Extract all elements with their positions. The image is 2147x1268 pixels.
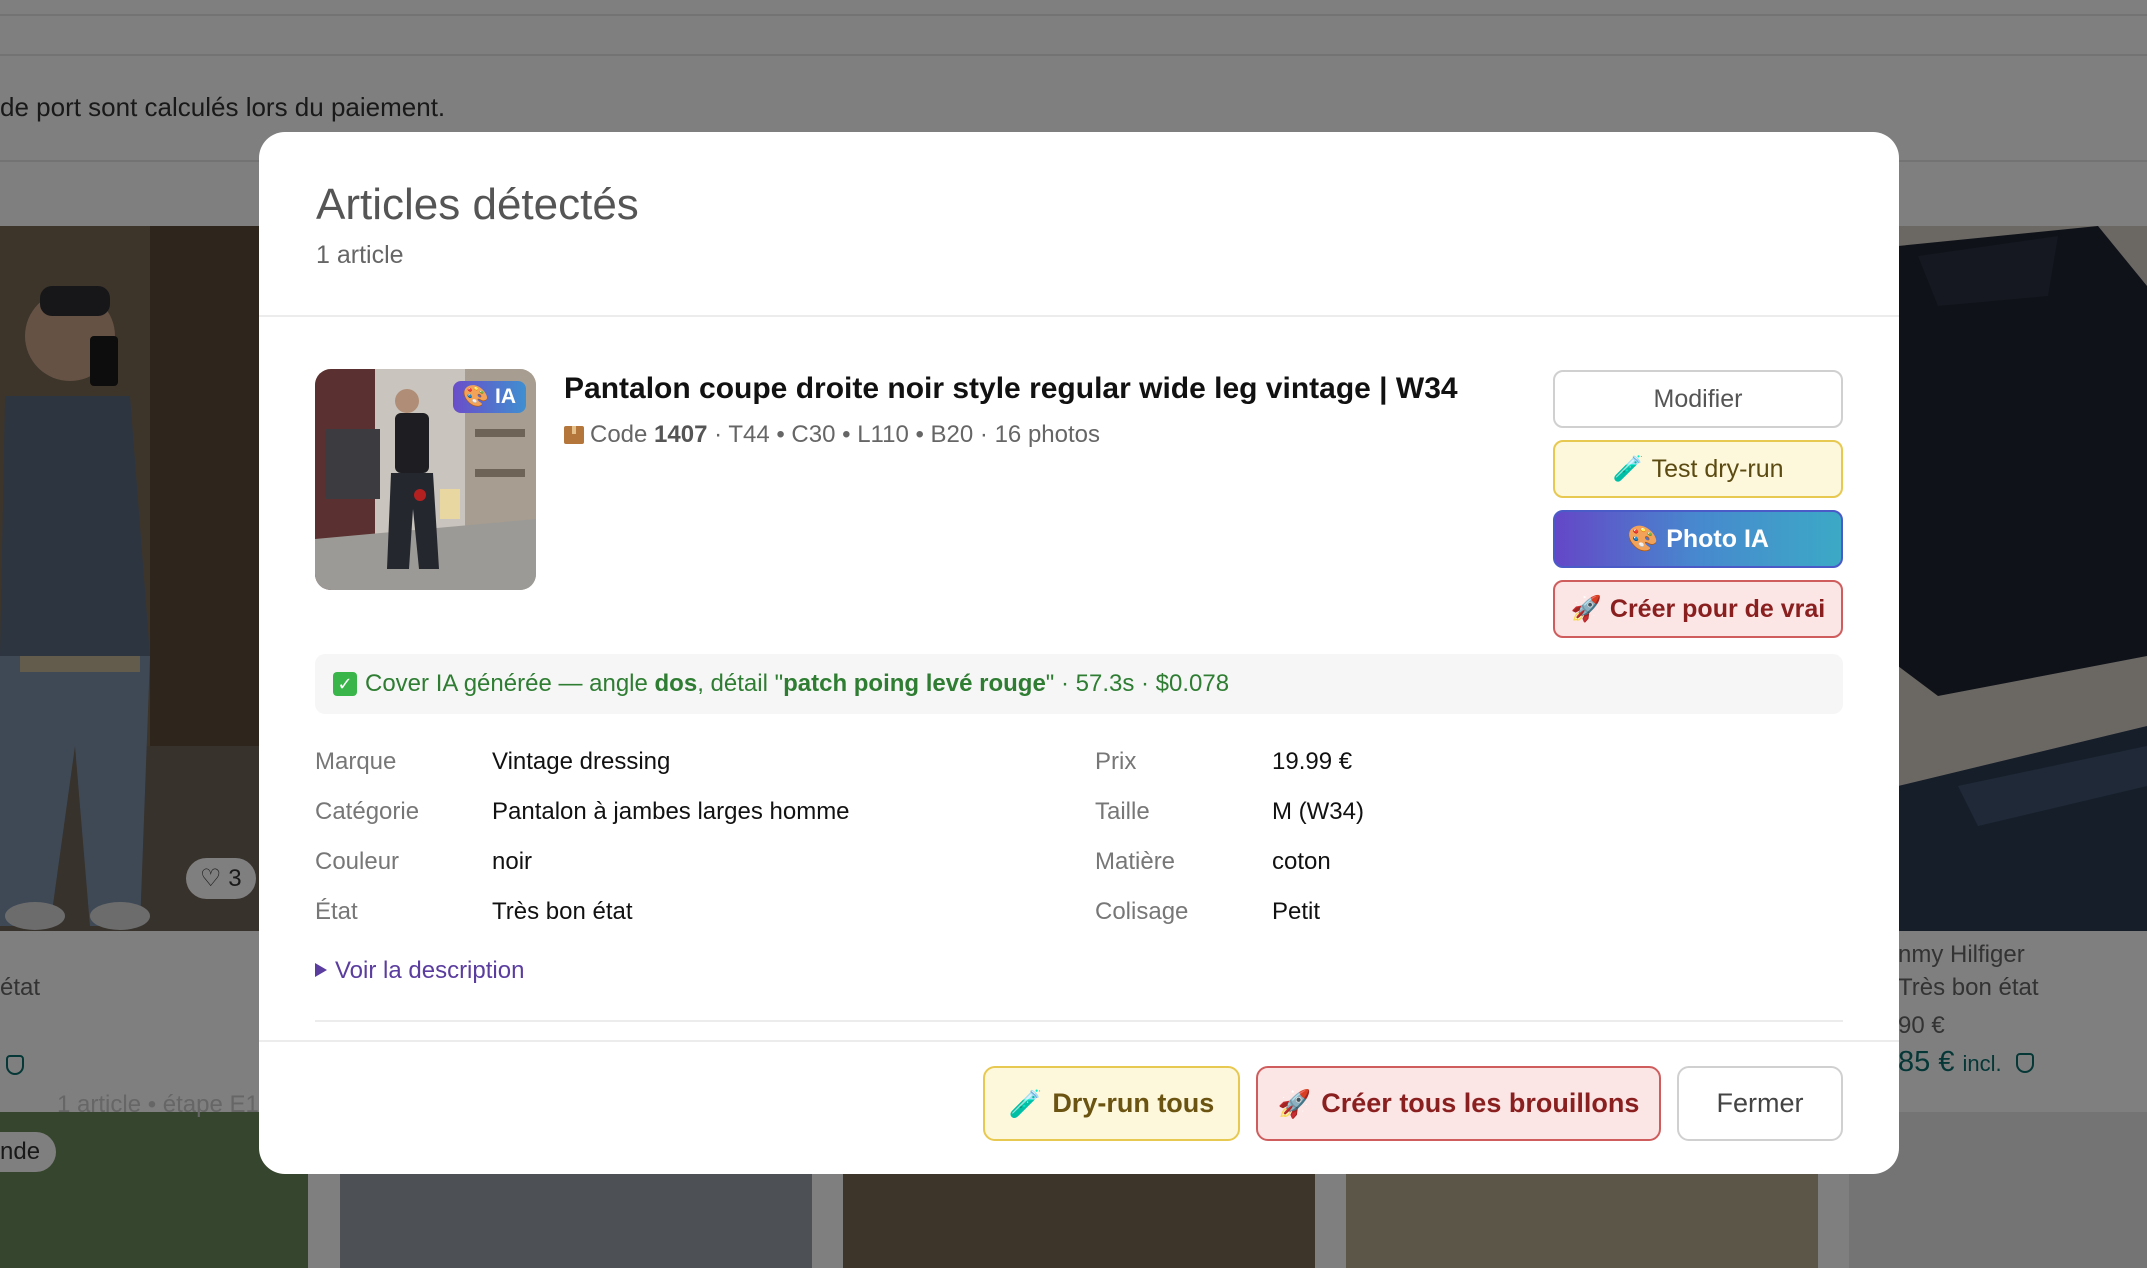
palette-icon: 🎨 <box>1627 524 1659 553</box>
articles-detected-modal: Articles détectés 1 article 🎨 IA Pantalo… <box>259 132 1899 1174</box>
meta-code-label: Code <box>590 421 648 448</box>
footer-status: 1 article • étape E1 <box>57 1091 259 1118</box>
item-meta: Code 1407 · T44 • C30 • L110 • B20 · 16 … <box>564 421 1100 449</box>
attr-label-matiere: Matière <box>1095 848 1176 875</box>
rocket-icon: 🚀 <box>1570 594 1602 623</box>
attr-value-couleur: noir <box>492 848 533 875</box>
attr-value-matiere: coton <box>1272 848 1331 875</box>
ia-badge: 🎨 IA <box>452 381 526 413</box>
photo-ia-button[interactable]: 🎨 Photo IA <box>1553 510 1843 568</box>
attr-label-taille: Taille <box>1095 798 1150 825</box>
cover-text: Cover IA générée — angle <box>365 670 648 697</box>
triangle-right-icon <box>315 963 327 977</box>
create-for-real-button[interactable]: 🚀 Créer pour de vrai <box>1553 580 1843 638</box>
modifier-label: Modifier <box>1653 384 1743 413</box>
modal-subtitle: 1 article <box>316 241 404 269</box>
modal-title: Articles détectés <box>316 180 639 229</box>
attr-label-prix: Prix <box>1095 748 1137 775</box>
item-divider <box>315 1020 1843 1022</box>
close-label: Fermer <box>1716 1088 1804 1118</box>
dryrun-all-label: Dry-run tous <box>1052 1088 1215 1118</box>
test-tube-icon: 🧪 <box>1008 1088 1043 1119</box>
cover-stats: " · 57.3s · $0.078 <box>1045 670 1230 697</box>
test-tube-icon: 🧪 <box>1612 454 1644 483</box>
close-button[interactable]: Fermer <box>1677 1066 1843 1141</box>
test-dryrun-button[interactable]: 🧪 Test dry-run <box>1553 440 1843 498</box>
attr-label-colisage: Colisage <box>1095 898 1189 925</box>
check-mark-icon: ✓ <box>333 672 357 696</box>
attr-label-couleur: Couleur <box>315 848 400 875</box>
attr-value-taille: M (W34) <box>1272 798 1364 825</box>
create-for-real-label: Créer pour de vrai <box>1609 594 1826 623</box>
attr-label-etat: État <box>315 898 358 925</box>
cover-status-banner: ✓ Cover IA générée — angle dos, détail "… <box>315 654 1843 714</box>
attr-value-etat: Très bon état <box>492 898 633 925</box>
palette-icon: 🎨 <box>462 385 489 408</box>
attr-value-categorie: Pantalon à jambes larges homme <box>492 798 850 825</box>
test-dryrun-label: Test dry-run <box>1651 454 1784 483</box>
photo-ia-label: Photo IA <box>1666 524 1769 553</box>
voir-description-toggle[interactable]: Voir la description <box>315 957 524 985</box>
item-title: Pantalon coupe droite noir style regular… <box>564 372 1458 405</box>
meta-code: 1407 <box>654 421 708 448</box>
create-all-drafts-label: Créer tous les brouillons <box>1321 1088 1640 1118</box>
dryrun-all-button[interactable]: 🧪 Dry-run tous <box>983 1066 1240 1141</box>
attr-value-marque: Vintage dressing <box>492 748 671 775</box>
cover-text: , détail " <box>697 670 784 697</box>
package-icon <box>564 426 584 444</box>
create-all-drafts-button[interactable]: 🚀 Créer tous les brouillons <box>1256 1066 1661 1141</box>
attr-value-colisage: Petit <box>1272 898 1321 925</box>
cover-detail: patch poing levé rouge <box>783 670 1046 697</box>
modal-header: Articles détectés 1 article <box>259 132 1899 317</box>
ia-badge-label: IA <box>495 385 516 408</box>
item-thumbnail[interactable]: 🎨 IA <box>315 369 536 590</box>
attr-label-categorie: Catégorie <box>315 798 420 825</box>
attr-value-prix: 19.99 € <box>1272 748 1353 775</box>
voir-description-label: Voir la description <box>335 957 525 984</box>
attr-label-marque: Marque <box>315 748 397 775</box>
rocket-icon: 🚀 <box>1277 1088 1312 1119</box>
cover-angle: dos <box>654 670 698 697</box>
meta-details: · T44 • C30 • L110 • B20 · 16 photos <box>714 421 1100 448</box>
modifier-button[interactable]: Modifier <box>1553 370 1843 428</box>
